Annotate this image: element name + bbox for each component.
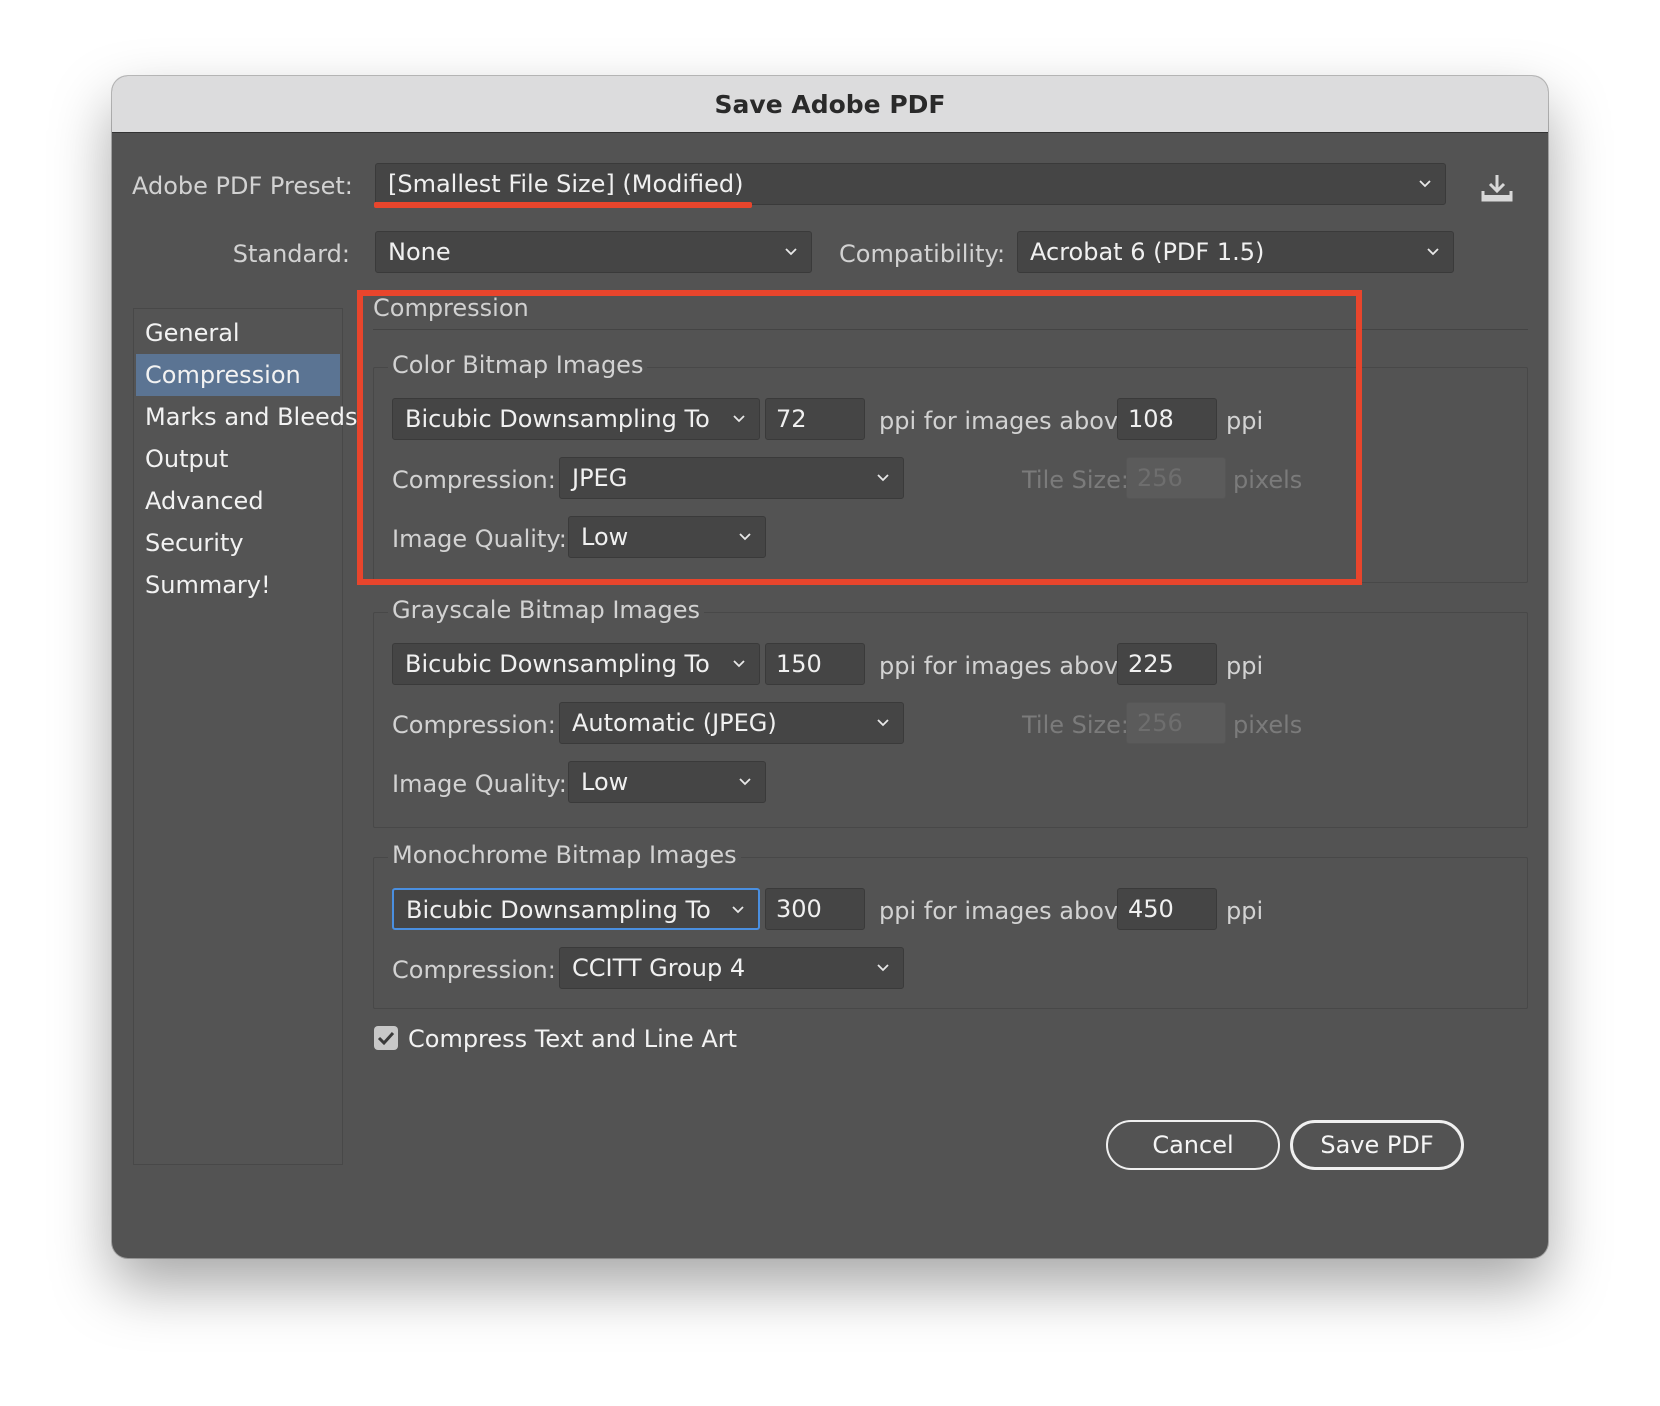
mono-above-input[interactable]: 450 xyxy=(1117,888,1217,930)
gray-tile-unit: pixels xyxy=(1233,711,1303,739)
title-bar: Save Adobe PDF xyxy=(112,76,1548,133)
compress-text-label: Compress Text and Line Art xyxy=(408,1025,738,1053)
save-pdf-dialog: Save Adobe PDF Adobe PDF Preset: [Smalle… xyxy=(112,76,1548,1258)
compatibility-value: Acrobat 6 (PDF 1.5) xyxy=(1030,238,1265,266)
mono-compression-dropdown[interactable]: CCITT Group 4 xyxy=(559,947,904,989)
gray-quality-dropdown[interactable]: Low xyxy=(568,761,766,803)
sidebar-item-security[interactable]: Security xyxy=(136,522,340,564)
sidebar-item-compression[interactable]: Compression xyxy=(136,354,340,396)
mono-compression-label: Compression: xyxy=(392,956,556,984)
gray-above-label: ppi for images above xyxy=(879,652,1133,680)
cancel-button[interactable]: Cancel xyxy=(1106,1120,1280,1170)
preset-label: Adobe PDF Preset: xyxy=(132,172,353,200)
sidebar-item-marks-and-bleeds[interactable]: Marks and Bleeds xyxy=(136,396,358,438)
gray-compression-label: Compression: xyxy=(392,711,556,739)
download-icon[interactable] xyxy=(1480,173,1514,203)
compress-text-checkbox[interactable] xyxy=(374,1026,398,1050)
mono-ppi-input[interactable]: 300 xyxy=(765,888,865,930)
mono-above-label: ppi for images above xyxy=(879,897,1133,925)
standard-dropdown[interactable]: None xyxy=(375,231,812,273)
dialog-title: Save Adobe PDF xyxy=(714,89,946,119)
gray-ppi-unit: ppi xyxy=(1226,652,1264,680)
sidebar-item-output[interactable]: Output xyxy=(136,438,340,480)
gray-downsampling-value: Bicubic Downsampling To xyxy=(405,650,710,678)
gray-compression-dropdown[interactable]: Automatic (JPEG) xyxy=(559,702,904,744)
gray-downsampling-dropdown[interactable]: Bicubic Downsampling To xyxy=(392,643,760,685)
gray-tile-label: Tile Size: xyxy=(1022,711,1130,739)
chevron-down-icon xyxy=(1427,248,1439,256)
checkmark-icon xyxy=(377,1031,395,1046)
mono-compression-value: CCITT Group 4 xyxy=(572,954,746,982)
gray-group-title: Grayscale Bitmap Images xyxy=(388,596,705,624)
preset-value: [Smallest File Size] (Modified) xyxy=(388,170,744,198)
gray-quality-label: Image Quality: xyxy=(392,770,567,798)
mono-ppi-unit: ppi xyxy=(1226,897,1264,925)
chevron-down-icon xyxy=(739,778,751,786)
save-pdf-button[interactable]: Save PDF xyxy=(1290,1120,1464,1170)
compatibility-dropdown[interactable]: Acrobat 6 (PDF 1.5) xyxy=(1017,231,1454,273)
sidebar-item-summary[interactable]: Summary! xyxy=(136,564,340,606)
sidebar-item-general[interactable]: General xyxy=(136,312,340,354)
chevron-down-icon xyxy=(877,719,889,727)
mono-downsampling-dropdown[interactable]: Bicubic Downsampling To xyxy=(392,888,760,930)
gray-ppi-input[interactable]: 150 xyxy=(765,643,865,685)
gray-tile-input: 256 xyxy=(1126,702,1226,744)
compatibility-label: Compatibility: xyxy=(839,240,1006,268)
monochrome-bitmap-group xyxy=(373,857,1528,1009)
sidebar-item-advanced[interactable]: Advanced xyxy=(136,480,340,522)
mono-group-title: Monochrome Bitmap Images xyxy=(388,841,741,869)
chevron-down-icon xyxy=(877,964,889,972)
preset-dropdown[interactable]: [Smallest File Size] (Modified) xyxy=(375,163,1446,205)
standard-label: Standard: xyxy=(232,240,350,268)
gray-above-input[interactable]: 225 xyxy=(1117,643,1217,685)
annotation-underline xyxy=(374,202,752,208)
gray-compression-value: Automatic (JPEG) xyxy=(572,709,777,737)
chevron-down-icon xyxy=(732,906,744,914)
standard-value: None xyxy=(388,238,451,266)
annotation-highlight-box xyxy=(357,290,1362,585)
sidebar: General Compression Marks and Bleeds Out… xyxy=(133,308,358,1165)
mono-downsampling-value: Bicubic Downsampling To xyxy=(406,896,711,924)
gray-quality-value: Low xyxy=(581,768,629,796)
chevron-down-icon xyxy=(1419,180,1431,188)
chevron-down-icon xyxy=(733,660,745,668)
chevron-down-icon xyxy=(785,248,797,256)
